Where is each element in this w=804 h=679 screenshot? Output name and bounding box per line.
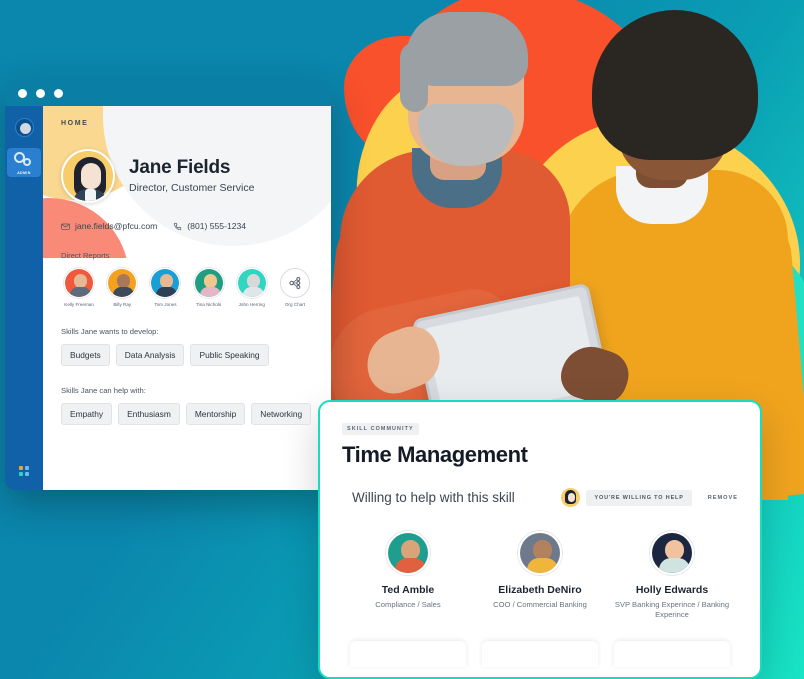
helper-role: SVP Banking Experince / Banking Experinc… (614, 600, 730, 619)
phone-icon (174, 222, 182, 230)
helper-people-list: Ted Amble Compliance / Sales Elizabeth DeN… (342, 531, 738, 620)
phone-text: (801) 555-1234 (187, 221, 247, 231)
helper-role: COO / Commercial Banking (493, 600, 587, 609)
woman-hair-front (618, 40, 730, 88)
skill-chip-help[interactable]: Enthusiasm (118, 403, 180, 426)
contact-row: jane.fields@pfcu.com (801) 555-1234 (61, 221, 313, 231)
helper-name: Elizabeth DeNiro (498, 584, 582, 596)
skills-develop-chips: Budgets Data Analysis Public Speaking (61, 344, 313, 367)
helper-avatar (650, 531, 694, 575)
helper-person[interactable]: Elizabeth DeNiro COO / Commercial Banking (474, 531, 606, 620)
skills-develop-label: Skills Jane wants to develop: (61, 327, 159, 337)
sidebar-item-profile[interactable] (7, 118, 41, 139)
window-minimize-dot[interactable] (36, 88, 45, 98)
partial-card[interactable] (482, 641, 598, 667)
direct-report-name: Tom Jones (154, 302, 177, 307)
profile-page: HOME Jane Fields Director, Customer Serv… (43, 106, 331, 490)
skill-chip-help[interactable]: Mentorship (185, 403, 246, 426)
sidebar-item-admin-label: ADMIN (17, 171, 31, 175)
email-item[interactable]: jane.fields@pfcu.com (61, 221, 157, 231)
direct-report-item[interactable]: Tom Jones (147, 268, 183, 307)
skill-chip-develop[interactable]: Public Speaking (190, 344, 269, 367)
direct-report-item[interactable]: Billy Ray (104, 268, 140, 307)
org-chart-icon (279, 268, 310, 298)
status-badge: SKILL COMMUNITY (342, 423, 419, 435)
skills-help-label: Skills Jane can help with: (61, 386, 146, 396)
page-title: Jane Fields (129, 156, 231, 178)
sidebar-item-admin[interactable]: ADMIN (7, 148, 41, 177)
skill-chip-help[interactable]: Networking (251, 403, 312, 426)
direct-reports-list: Kelly Freeman Billy Ray Tom Jones Tina Nich… (61, 268, 313, 307)
window-maximize-dot[interactable] (54, 88, 63, 98)
profile-job-title: Director, Customer Service (129, 182, 255, 195)
partial-card[interactable] (350, 641, 466, 667)
direct-report-avatar (236, 268, 267, 298)
user-avatar-icon (14, 118, 34, 137)
skill-title: Time Management (342, 442, 528, 467)
skill-chip-develop[interactable]: Data Analysis (115, 344, 185, 367)
direct-report-avatar (107, 268, 138, 298)
direct-report-avatar (64, 268, 95, 298)
skill-chip-develop[interactable]: Budgets (61, 344, 110, 367)
direct-report-item[interactable]: John Herring (234, 268, 270, 307)
direct-report-item[interactable]: Kelly Freeman (61, 268, 97, 307)
direct-report-name: Tina Nichols (196, 302, 222, 307)
skill-chip-help[interactable]: Empathy (61, 403, 113, 426)
direct-report-name: Kelly Freeman (64, 302, 94, 307)
willing-to-help-row: Willing to help with this skill YOU'RE W… (342, 488, 738, 507)
helper-person[interactable]: Ted Amble Compliance / Sales (342, 531, 474, 620)
window-close-dot[interactable] (18, 88, 27, 98)
app-window: ADMIN HOME Jane Fields Director, Custome… (5, 80, 331, 490)
phone-item[interactable]: (801) 555-1234 (173, 221, 246, 231)
direct-report-avatar (150, 268, 181, 298)
direct-report-avatar (193, 268, 224, 298)
apps-grid-icon[interactable] (19, 466, 29, 476)
profile-header: Jane Fields Director, Customer Service (61, 149, 313, 203)
sidebar-rail: ADMIN (5, 106, 43, 490)
helper-role: Compliance / Sales (375, 600, 441, 609)
helper-avatar (518, 531, 562, 575)
remove-button[interactable]: REMOVE (708, 495, 738, 501)
current-user-avatar (561, 488, 581, 507)
skill-community-card: SKILL COMMUNITY Time Management Willing … (318, 400, 762, 679)
helper-name: Holly Edwards (635, 584, 709, 596)
direct-report-item[interactable]: Tina Nichols (191, 268, 227, 307)
skills-help-chips: Empathy Enthusiasm Mentorship Networking (61, 403, 313, 426)
org-chart-button[interactable]: Org Chart (277, 268, 313, 307)
willing-to-help-badge: YOU'RE WILLING TO HELP (586, 489, 692, 506)
direct-report-name: Billy Ray (113, 302, 132, 307)
skill-subtitle: Willing to help with this skill (352, 490, 515, 505)
helper-person[interactable]: Holly Edwards SVP Banking Experince / Ban… (606, 531, 738, 620)
helper-name: Ted Amble (381, 584, 435, 596)
window-titlebar (5, 80, 331, 106)
helper-avatar (386, 531, 430, 575)
man-hair-side (400, 42, 428, 112)
envelope-icon (61, 223, 70, 230)
window-body: ADMIN HOME Jane Fields Director, Custome… (5, 106, 331, 490)
direct-reports-label: Direct Reports (61, 251, 110, 260)
direct-report-name: John Herring (238, 302, 265, 307)
partial-card[interactable] (614, 641, 730, 667)
gears-icon (14, 151, 34, 169)
breadcrumb[interactable]: HOME (61, 120, 313, 127)
direct-report-name: Org Chart (284, 302, 306, 307)
email-text: jane.fields@pfcu.com (75, 221, 158, 231)
partial-cards-row (320, 641, 760, 667)
avatar (61, 149, 115, 203)
